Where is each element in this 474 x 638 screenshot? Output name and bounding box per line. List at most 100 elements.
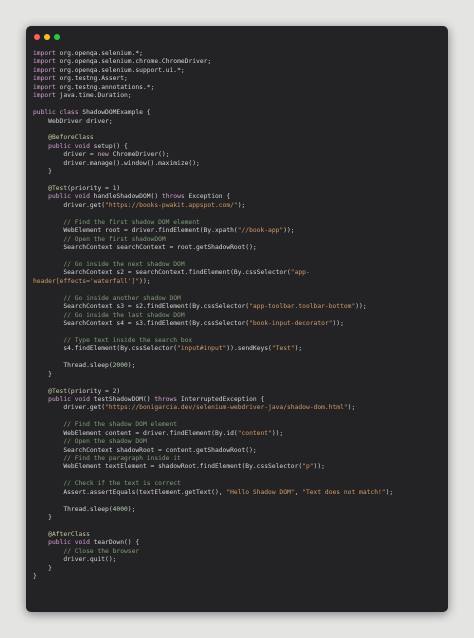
code-token: // Find the first shadow DOM element xyxy=(33,218,200,226)
code-token: org.openqa.selenium.*; xyxy=(59,50,143,57)
code-token: // Find the paragraph inside it xyxy=(33,455,181,462)
code-token: @Test xyxy=(33,387,68,395)
code-token: (priority = xyxy=(67,185,113,192)
code-token: )); xyxy=(139,277,151,285)
code-token: org.testng.annotations.*; xyxy=(59,83,155,91)
code-token: @AfterClass xyxy=(33,530,90,538)
code-token: } xyxy=(33,514,52,522)
code-line: public void handleShadowDOM() throws Exc… xyxy=(33,193,442,201)
code-line: } xyxy=(33,168,442,176)
code-token: )); xyxy=(313,463,325,471)
code-token: org.testng.Assert; xyxy=(59,75,128,83)
code-token: } xyxy=(33,168,52,176)
code-line: import java.time.Duration; xyxy=(33,92,442,100)
code-token: public void xyxy=(33,142,94,150)
code-token: ); xyxy=(294,345,303,353)
code-token: driver.manage().window().maximize(); xyxy=(33,159,200,167)
code-line: } xyxy=(33,565,442,573)
code-token: SearchContext shadowRoot = content.getSh… xyxy=(33,446,257,454)
code-line: // Check if the text is correct xyxy=(33,480,442,488)
code-token: import xyxy=(33,50,60,57)
code-line: driver.manage().window().maximize(); xyxy=(33,160,442,168)
code-line: // Go inside the last shadow DOM xyxy=(33,312,442,320)
code-line: import org.testng.Assert; xyxy=(33,75,442,83)
code-line: import org.openqa.selenium.support.ui.*; xyxy=(33,67,442,75)
code-line: SearchContext searchContext = root.getSh… xyxy=(33,244,442,252)
minimize-window-dot-icon[interactable] xyxy=(44,34,50,40)
code-token: ); xyxy=(127,362,136,370)
code-token: // Open the first shadowDOM xyxy=(33,235,166,243)
code-token: import xyxy=(33,58,60,66)
code-token: throws xyxy=(154,395,181,403)
code-token: ShadowDOMExample { xyxy=(82,109,151,117)
code-token: 4000 xyxy=(112,505,128,513)
code-token: "Text does not match!" xyxy=(302,488,386,496)
code-line: @BeforeClass xyxy=(33,134,442,142)
code-token: (priority = xyxy=(67,387,113,395)
code-token: } xyxy=(33,573,37,581)
code-token: // Go inside the next shadow DOM xyxy=(33,260,185,268)
code-line: SearchContext s3 = s2.findElement(By.css… xyxy=(33,303,442,311)
code-line: SearchContext s2 = searchContext.findEle… xyxy=(33,269,442,277)
code-line: SearchContext s4 = s3.findElement(By.css… xyxy=(33,320,442,328)
code-token: import xyxy=(33,66,60,74)
code-line: public void testShadowDOM() throws Inter… xyxy=(33,396,442,404)
code-token: InterruptedException { xyxy=(180,395,265,403)
code-line: s4.findElement(By.cssSelector("input#inp… xyxy=(33,345,442,353)
code-line: // Type text inside the search box xyxy=(33,337,442,345)
code-line: driver.get("https://books-pwakit.appspot… xyxy=(33,202,442,210)
code-token: Assert.assertEquals(textElement.getText(… xyxy=(33,488,227,496)
code-line: } xyxy=(33,573,442,581)
code-line: import org.testng.annotations.*; xyxy=(33,84,442,92)
code-token: import xyxy=(33,75,60,83)
code-token: ); xyxy=(237,201,246,209)
code-token: "content" xyxy=(237,429,272,437)
code-token: "//book-app" xyxy=(237,227,284,235)
code-token: // Open the shadow DOM xyxy=(33,438,147,446)
code-token: // Go inside another shadow DOM xyxy=(33,294,181,302)
code-line: // Find the shadow DOM element xyxy=(33,421,442,429)
code-token: ) xyxy=(116,387,121,395)
code-token: )); xyxy=(271,429,284,437)
code-token: public void xyxy=(33,539,94,547)
code-token: // Close the browser xyxy=(33,547,140,555)
code-token: Exception { xyxy=(188,193,231,201)
code-token: "app-toolbar.toolbar-bottom" xyxy=(249,303,356,311)
code-token: s4.findElement(By.cssSelector( xyxy=(33,345,178,353)
code-line: SearchContext shadowRoot = content.getSh… xyxy=(33,447,442,455)
code-token: } xyxy=(33,370,52,378)
code-window: import org.openqa.selenium.*; import org.… xyxy=(26,26,448,612)
code-token: ); xyxy=(347,404,356,412)
code-line: header[effects='waterfall']")); xyxy=(33,278,442,286)
code-token: WebDriver driver; xyxy=(33,117,113,125)
code-line: public void tearDown() { xyxy=(33,539,442,547)
code-line: driver.quit(); xyxy=(33,556,442,564)
maximize-window-dot-icon[interactable] xyxy=(54,34,60,40)
code-token: // Go inside the last shadow DOM xyxy=(33,311,185,319)
code-line: Thread.sleep(2000); xyxy=(33,362,442,370)
code-token: SearchContext searchContext = root.getSh… xyxy=(33,244,257,252)
code-token: throws xyxy=(161,193,189,201)
close-window-dot-icon[interactable] xyxy=(34,34,40,40)
code-token: @Test xyxy=(33,185,68,192)
code-line: // Open the first shadowDOM xyxy=(33,236,442,244)
code-token: tearDown() { xyxy=(93,539,140,547)
code-line: // Find the first shadow DOM element xyxy=(33,219,442,227)
code-token: driver.quit(); xyxy=(33,556,117,564)
code-token: )).sendKeys( xyxy=(226,345,272,353)
code-token: Thread.sleep( xyxy=(33,362,113,370)
code-line: WebElement root = driver.findElement(By.… xyxy=(33,227,442,235)
code-token: setup() { xyxy=(93,142,128,150)
code-token: // Find the shadow DOM element xyxy=(33,421,178,429)
code-line: import org.openqa.selenium.chrome.Chrome… xyxy=(33,58,442,66)
code-token: // Type text inside the search box xyxy=(33,336,193,344)
code-token: SearchContext s2 = searchContext.findEle… xyxy=(33,269,291,277)
code-token: 2000 xyxy=(112,362,128,370)
code-token: )); xyxy=(355,303,367,311)
code-token: )); xyxy=(283,227,295,235)
code-token: WebElement textElement = shadowRoot.find… xyxy=(33,463,303,471)
code-token: java.time.Duration; xyxy=(59,92,132,100)
